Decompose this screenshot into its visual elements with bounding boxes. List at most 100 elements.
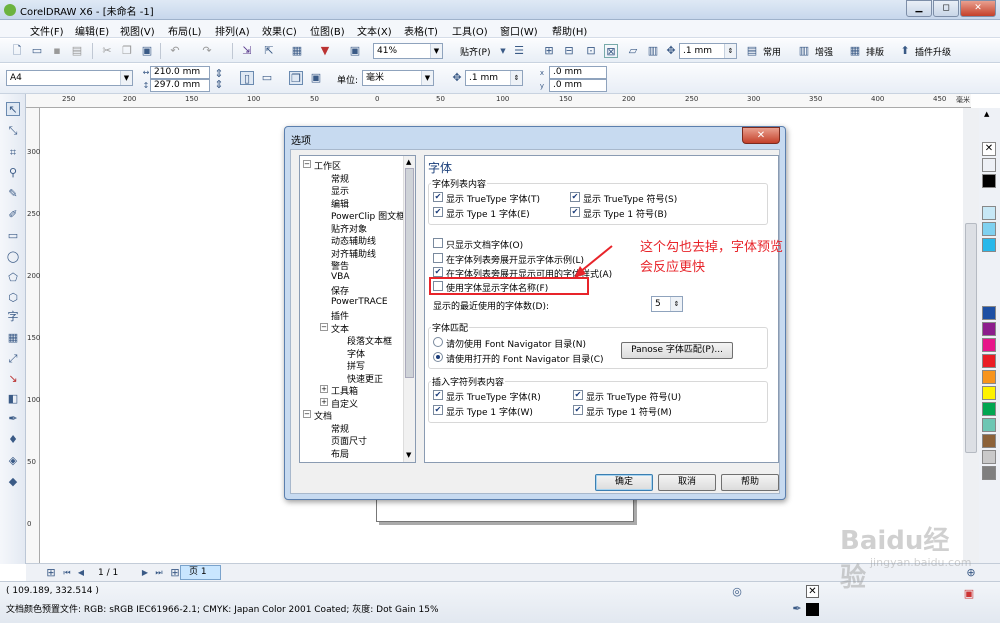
no-font-navigator-radio[interactable] — [433, 337, 443, 347]
cancel-button[interactable]: 取消 — [658, 474, 716, 491]
open-icon[interactable]: ▭ — [30, 44, 44, 58]
snap-to-dropdown[interactable]: 贴齐(P) — [460, 45, 490, 58]
font-styles-flyout-checkbox[interactable]: ✔ — [433, 267, 443, 277]
outline-tool-icon[interactable]: ♦ — [6, 433, 20, 447]
color-swatch[interactable] — [982, 370, 996, 384]
tree-item[interactable]: 拼写 — [347, 359, 365, 372]
undo-icon[interactable]: ↶ — [168, 44, 182, 58]
units-combo[interactable]: 毫米 ▼ — [362, 70, 434, 86]
fill-indicator-icon[interactable]: ◎ — [730, 585, 744, 599]
show-truetype-symbols-checkbox[interactable]: ✔ — [570, 192, 580, 202]
pick-tool-icon[interactable]: ↖ — [6, 102, 20, 116]
options-icon[interactable]: ☰ — [512, 44, 526, 58]
grid-icon[interactable]: ⊟ — [562, 44, 576, 58]
enhance-button[interactable]: 增强 — [815, 45, 833, 58]
duplicate-x-field[interactable]: .0 mm — [549, 66, 607, 79]
rectangle-tool-icon[interactable]: ▭ — [6, 229, 20, 243]
tree-item[interactable]: PowerTRACE — [331, 297, 388, 307]
color-swatch[interactable] — [982, 306, 996, 320]
tree-item[interactable]: PowerClip 图文框 — [331, 209, 405, 222]
crop-tool-icon[interactable]: ⌗ — [6, 146, 20, 160]
tree-item[interactable]: 动态辅助线 — [331, 234, 376, 247]
menu-layout[interactable]: 布局(L) — [168, 23, 201, 38]
color-swatch[interactable] — [982, 402, 996, 416]
wireframe-icon[interactable]: ▱ — [626, 44, 640, 58]
color-swatch[interactable] — [982, 386, 996, 400]
tree-item[interactable]: 布局 — [331, 447, 349, 460]
layout-button[interactable]: 排版 — [866, 45, 884, 58]
table-tool-icon[interactable]: ▦ — [6, 331, 20, 345]
minimize-button[interactable]: ▁ — [906, 0, 932, 17]
show-type1-fonts-checkbox[interactable]: ✔ — [433, 207, 443, 217]
basic-shapes-icon[interactable]: ⬡ — [6, 291, 20, 305]
color-swatch[interactable] — [982, 174, 996, 188]
common-button[interactable]: 常用 — [763, 45, 781, 58]
polygon-tool-icon[interactable]: ⬠ — [6, 271, 20, 285]
interactive-fill-icon[interactable]: ◆ — [6, 475, 20, 489]
zoom-level-combo[interactable]: 41% ▼ — [373, 43, 443, 59]
menu-table[interactable]: 表格(T) — [404, 23, 438, 38]
blend-tool-icon[interactable]: ◧ — [6, 392, 20, 406]
tree-scroll-thumb[interactable] — [405, 168, 414, 378]
recent-fonts-spinner[interactable]: 5 ⇕ — [651, 296, 683, 312]
fill-none-swatch[interactable]: ✕ — [806, 585, 819, 598]
tree-item[interactable]: 工具箱 — [331, 384, 358, 397]
publish-pdf-icon[interactable]: ▦ — [290, 44, 304, 58]
menu-file[interactable]: 文件(F) — [30, 23, 64, 38]
menu-effects[interactable]: 效果(C) — [262, 23, 297, 38]
use-font-navigator-radio[interactable] — [433, 352, 443, 362]
menu-help[interactable]: 帮助(H) — [552, 23, 587, 38]
nudge-distance-field[interactable]: .1 mm ⇕ — [679, 43, 737, 59]
tree-toggle-icon[interactable]: + — [320, 385, 328, 393]
last-page-icon[interactable]: ⏭ — [152, 566, 166, 580]
ellipse-tool-icon[interactable]: ◯ — [6, 250, 20, 264]
color-swatch[interactable] — [982, 222, 996, 236]
color-profile-text[interactable]: 文档颜色预置文件: RGB: sRGB IEC61966-2.1; CMYK: … — [6, 602, 439, 615]
outline-pen-icon[interactable]: ✒ — [790, 602, 804, 616]
color-swatch[interactable] — [982, 206, 996, 220]
outline-color-swatch[interactable] — [806, 603, 819, 616]
menu-window[interactable]: 窗口(W) — [500, 23, 538, 38]
application-launcher-icon[interactable]: ▼ — [318, 44, 332, 58]
color-swatch[interactable] — [982, 466, 996, 480]
scroll-down-icon[interactable]: ▼ — [406, 451, 411, 459]
page-height-field[interactable]: 297.0 mm — [150, 79, 210, 92]
first-page-icon[interactable]: ⏮ — [60, 566, 74, 580]
connector-tool-icon[interactable]: ↘ — [6, 372, 20, 386]
options-tree[interactable]: − 工作区 常规 显示 编辑 PowerClip 图文框 贴齐对象 动态辅助线 … — [299, 155, 416, 463]
color-swatch[interactable] — [982, 418, 996, 432]
maximize-button[interactable]: ◻ — [933, 0, 959, 17]
scroll-up-icon[interactable]: ▲ — [406, 158, 411, 166]
prev-page-icon[interactable]: ◀ — [74, 566, 88, 580]
insert-truetype-fonts-checkbox[interactable]: ✔ — [433, 390, 443, 400]
duplicate-y-field[interactable]: .0 mm — [549, 79, 607, 92]
save-icon[interactable]: ▪ — [50, 44, 64, 58]
horizontal-ruler[interactable]: 250 200 150 100 50 0 50 100 150 200 250 … — [26, 94, 971, 108]
only-document-fonts-checkbox[interactable] — [433, 238, 443, 248]
panose-matching-button[interactable]: Panose 字体匹配(P)... — [621, 342, 733, 359]
color-swatch[interactable] — [982, 354, 996, 368]
menu-edit[interactable]: 编辑(E) — [75, 23, 109, 38]
color-swatch[interactable] — [982, 434, 996, 448]
smart-fill-icon[interactable]: ✐ — [6, 208, 20, 222]
tree-item[interactable]: 警告 — [331, 259, 349, 272]
insert-truetype-symbols-checkbox[interactable]: ✔ — [573, 390, 583, 400]
text-tool-icon[interactable]: 字 — [6, 310, 20, 324]
tree-toggle-icon[interactable]: − — [303, 410, 311, 418]
no-color-swatch[interactable]: ✕ — [982, 142, 996, 156]
tree-item[interactable]: 文档 — [314, 409, 332, 422]
tree-toggle-icon[interactable]: + — [320, 398, 328, 406]
tree-toggle-icon[interactable]: − — [303, 160, 311, 168]
font-sample-flyout-checkbox[interactable] — [433, 253, 443, 263]
color-swatch[interactable] — [982, 322, 996, 336]
page-width-field[interactable]: 210.0 mm — [150, 66, 210, 79]
insert-type1-symbols-checkbox[interactable]: ✔ — [573, 405, 583, 415]
zoom-tool-icon[interactable]: ⚲ — [6, 166, 20, 180]
tree-item[interactable]: 工作区 — [314, 159, 341, 172]
paste-icon[interactable]: ▣ — [140, 44, 154, 58]
import-icon[interactable]: ⇲ — [240, 44, 254, 58]
menu-view[interactable]: 视图(V) — [120, 23, 155, 38]
add-page-icon[interactable]: ⊞ — [44, 566, 58, 580]
tree-item[interactable]: 段落文本框 — [347, 334, 392, 347]
freehand-tool-icon[interactable]: ✎ — [6, 187, 20, 201]
